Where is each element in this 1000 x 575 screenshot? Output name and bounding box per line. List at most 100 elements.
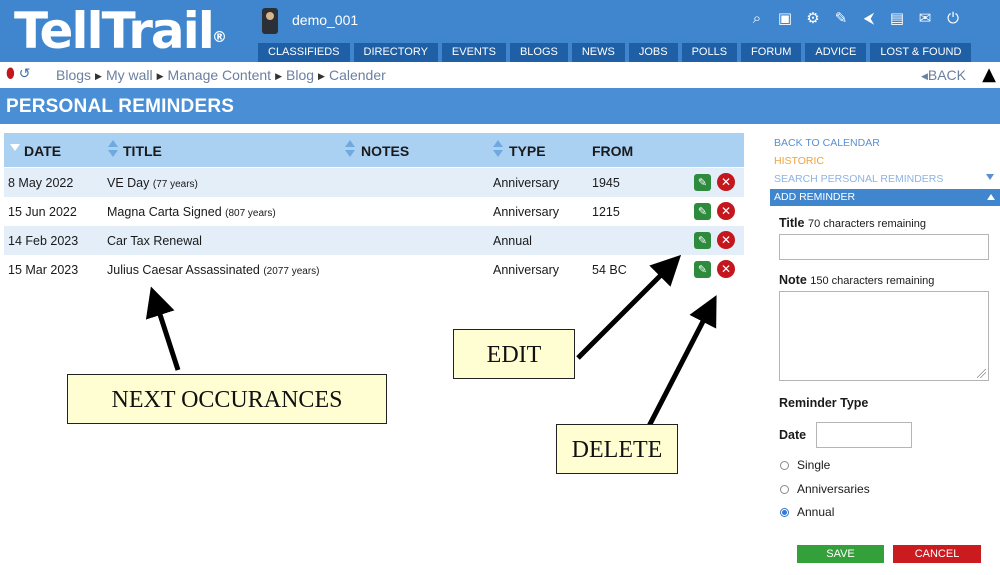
- tab-blogs[interactable]: BLOGS: [509, 43, 568, 62]
- tab-news[interactable]: NEWS: [571, 43, 625, 62]
- col-notes[interactable]: NOTES: [361, 143, 409, 159]
- edit-icon[interactable]: ✎: [694, 174, 711, 191]
- breadcrumb-calender[interactable]: Calender: [329, 67, 386, 83]
- delete-icon[interactable]: ✕: [717, 260, 735, 278]
- note-textarea[interactable]: [779, 291, 989, 381]
- tab-forum[interactable]: FORUM: [741, 43, 802, 62]
- sort-icon[interactable]: [493, 140, 503, 158]
- cell-title: VE Day (77 years): [107, 176, 198, 190]
- col-type[interactable]: TYPE: [509, 143, 546, 159]
- search-icon[interactable]: ⌕: [748, 9, 766, 27]
- title-input[interactable]: [779, 234, 989, 260]
- chevron-down-icon[interactable]: [986, 174, 994, 180]
- breadcrumb-separator-icon: ▶: [318, 71, 325, 81]
- title-bar: PERSONAL REMINDERS: [0, 88, 1000, 124]
- table-row: 15 Jun 2022 Magna Carta Signed (807 year…: [4, 197, 744, 226]
- years-text: (77 years): [152, 179, 198, 190]
- cell-from: 54 BC: [592, 263, 627, 277]
- breadcrumb-my-wall[interactable]: My wall: [106, 67, 153, 83]
- history-icon[interactable]: ↺: [19, 66, 31, 82]
- breadcrumb-separator-icon: ▶: [156, 71, 164, 81]
- sort-icon[interactable]: [345, 140, 355, 158]
- delete-icon[interactable]: ✕: [717, 173, 735, 191]
- title-text: Magna Carta Signed: [107, 205, 222, 219]
- date-input[interactable]: [816, 422, 912, 448]
- gear-icon[interactable]: ⚙: [804, 9, 822, 27]
- tab-classifieds[interactable]: CLASSIFIEDS: [258, 43, 350, 62]
- cell-title: Magna Carta Signed (807 years): [107, 205, 276, 219]
- chevron-up-icon[interactable]: [987, 194, 995, 200]
- delete-icon[interactable]: ✕: [717, 231, 735, 249]
- option-annual-label: Annual: [797, 505, 835, 519]
- edit-icon[interactable]: ✎: [832, 9, 850, 27]
- save-button[interactable]: SAVE: [797, 545, 884, 563]
- delete-icon[interactable]: ✕: [717, 202, 735, 220]
- registered-mark: ®: [211, 28, 227, 46]
- edit-icon[interactable]: ✎: [694, 261, 711, 278]
- sort-desc-icon[interactable]: [10, 140, 20, 158]
- col-title[interactable]: TITLE: [123, 143, 162, 159]
- add-reminder-label: ADD REMINDER: [774, 191, 856, 203]
- title-text: VE Day: [107, 176, 150, 190]
- breadcrumb-manage-content[interactable]: Manage Content: [168, 67, 272, 83]
- breadcrumb-bar: ⬮ ↺ Blogs ▶ My wall ▶ Manage Content ▶ Blog ▶ Ca…: [0, 62, 1000, 88]
- edit-icon[interactable]: ✎: [694, 203, 711, 220]
- option-annual[interactable]: Annual: [780, 505, 834, 519]
- user-avatar-icon[interactable]: [262, 8, 278, 34]
- cell-date: 15 Jun 2022: [8, 205, 77, 219]
- tab-directory[interactable]: DIRECTORY: [353, 43, 438, 62]
- site-logo[interactable]: TellTrail ®: [14, 2, 227, 60]
- table-row: 14 Feb 2023 Car Tax Renewal Annual ✎ ✕: [4, 226, 744, 255]
- cell-date: 15 Mar 2023: [8, 263, 79, 277]
- delete-callout: DELETE: [556, 424, 678, 474]
- arrow-next: [145, 286, 181, 371]
- breadcrumb: Blogs ▶ My wall ▶ Manage Content ▶ Blog ▶ Calend…: [56, 67, 386, 83]
- page: TellTrail ® demo_001 ⌕ ▣ ⚙ ✎ ⮜ ▤ ✉ ⏻ CLAS…: [0, 0, 1000, 575]
- power-icon[interactable]: ⏻: [944, 9, 962, 27]
- username[interactable]: demo_001: [292, 12, 358, 28]
- years-text: (807 years): [225, 208, 276, 219]
- tab-lost-found[interactable]: LOST & FOUND: [870, 43, 972, 62]
- option-anniversaries-label: Anniversaries: [797, 482, 870, 496]
- radio-annual[interactable]: [780, 507, 789, 517]
- edit-icon[interactable]: ✎: [694, 232, 711, 249]
- share-icon[interactable]: ⮜: [860, 9, 878, 27]
- back-label: BACK: [927, 67, 966, 83]
- camera-icon[interactable]: ▣: [776, 9, 794, 27]
- radio-anniversaries[interactable]: [780, 484, 789, 494]
- back-link[interactable]: ◀BACK: [921, 67, 966, 83]
- tab-jobs[interactable]: JOBS: [628, 43, 678, 62]
- translate-icon[interactable]: ▤: [888, 9, 906, 27]
- cell-from: 1215: [592, 205, 620, 219]
- option-single[interactable]: Single: [780, 458, 830, 472]
- radio-single[interactable]: [780, 460, 789, 470]
- arrow-delete: [645, 295, 717, 430]
- back-to-calendar-link[interactable]: BACK TO CALENDAR: [774, 137, 880, 149]
- historic-link[interactable]: HISTORIC: [774, 155, 824, 167]
- chat-icon[interactable]: ⬮: [6, 66, 15, 82]
- resize-handle-icon[interactable]: [977, 369, 986, 378]
- breadcrumb-blog[interactable]: Blog: [286, 67, 314, 83]
- sort-icon[interactable]: [108, 140, 118, 158]
- col-date[interactable]: DATE: [24, 143, 61, 159]
- page-title: PERSONAL REMINDERS: [6, 96, 235, 117]
- search-reminders-link[interactable]: SEARCH PERSONAL REMINDERS: [774, 173, 943, 185]
- tab-advice[interactable]: ADVICE: [805, 43, 867, 62]
- breadcrumb-icons: ⬮ ↺: [6, 66, 31, 82]
- cell-type: Anniversary: [493, 205, 559, 219]
- logo-text: TellTrail: [14, 2, 215, 60]
- cell-type: Anniversary: [493, 263, 559, 277]
- cancel-button[interactable]: CANCEL: [893, 545, 981, 563]
- person-icon[interactable]: ▲: [982, 64, 996, 85]
- title-label: Title 70 characters remaining: [779, 216, 926, 230]
- mail-icon[interactable]: ✉: [916, 9, 934, 27]
- cell-date: 8 May 2022: [8, 176, 74, 190]
- col-from: FROM: [592, 143, 634, 159]
- breadcrumb-blogs[interactable]: Blogs: [56, 67, 91, 83]
- tab-polls[interactable]: POLLS: [681, 43, 738, 62]
- tab-events[interactable]: EVENTS: [441, 43, 506, 62]
- breadcrumb-separator-icon: ▶: [275, 71, 282, 81]
- cell-title: Car Tax Renewal: [107, 234, 202, 248]
- add-reminder-header[interactable]: ADD REMINDER: [770, 189, 1000, 206]
- option-anniversaries[interactable]: Anniversaries: [780, 482, 870, 496]
